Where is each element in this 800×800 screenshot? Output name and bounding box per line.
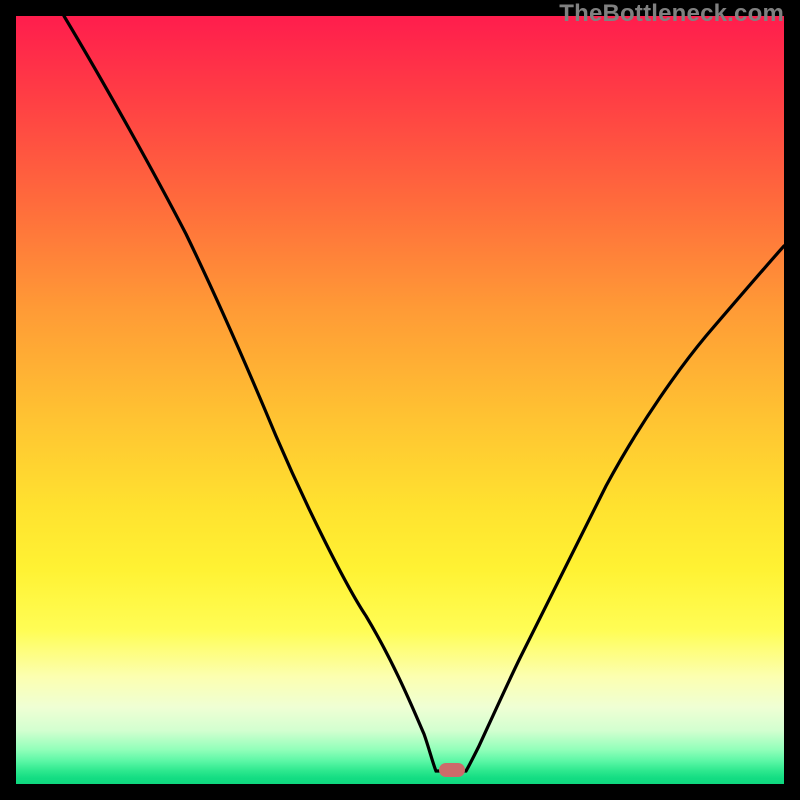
plot-area [16, 16, 784, 784]
bottleneck-curve [64, 16, 784, 771]
curve-layer [16, 16, 784, 784]
optimal-marker [439, 763, 465, 777]
chart-frame: TheBottleneck.com [0, 0, 800, 800]
attribution-text: TheBottleneck.com [559, 0, 784, 28]
